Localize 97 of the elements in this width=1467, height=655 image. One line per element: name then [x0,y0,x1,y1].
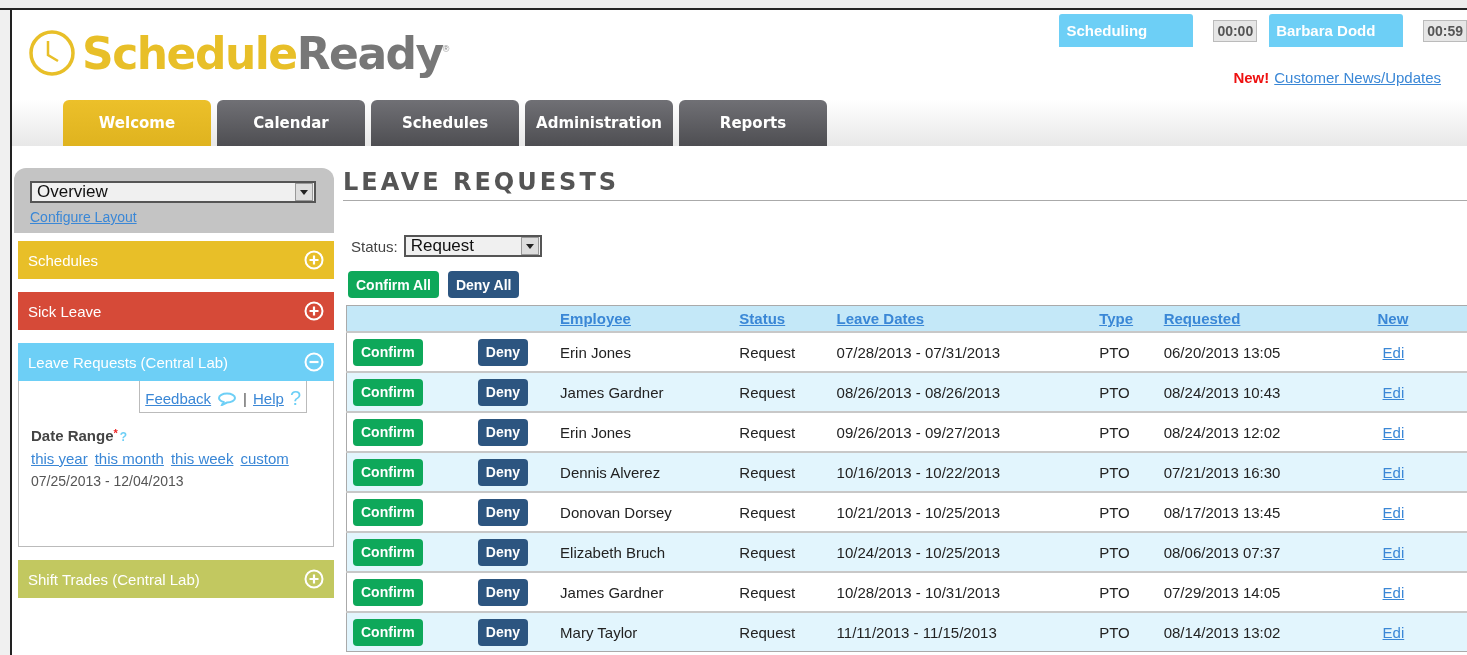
employee-cell: Elizabeth Bruch [560,543,666,561]
employee-cell: Donovan Dorsey [560,503,672,521]
confirm-button[interactable]: Confirm [353,338,423,366]
news-link[interactable]: Customer News/Updates [1274,69,1441,86]
range-link[interactable]: this year [31,450,88,467]
employee-cell: Erin Jones [560,423,631,441]
edit-link[interactable]: Edi [1382,623,1405,641]
leave-dates-cell: 11/11/2013 - 11/15/2013 [836,623,997,641]
edit-link[interactable]: Edi [1382,383,1405,401]
leave-dates-cell: 10/28/2013 - 10/31/2013 [836,583,1001,601]
edit-link[interactable]: Edi [1382,463,1405,481]
status-cell: Request [739,423,796,441]
range-link[interactable]: custom [240,450,289,467]
status-cell: Request [739,503,796,521]
confirm-all-button[interactable]: Confirm All [348,271,439,298]
type-cell: PTO [1099,543,1130,561]
requested-cell: 08/24/2013 10:43 [1163,383,1281,401]
type-cell: PTO [1099,503,1130,521]
range-link[interactable]: this week [170,450,234,467]
status-cell: Request [739,583,796,601]
employee-cell: Erin Jones [560,343,631,361]
type-cell: PTO [1099,583,1130,601]
panel-header[interactable]: Sick Leave [18,292,334,330]
type-cell: PTO [1099,423,1130,441]
status-label: Status: [351,237,398,255]
help-link[interactable]: Help [253,390,284,407]
edit-link[interactable]: Edi [1382,583,1405,601]
deny-button[interactable]: Deny [477,578,528,606]
layout-select[interactable]: Overview [30,181,316,203]
status-cell: Request [739,343,796,361]
nav-tab[interactable]: Schedules [371,100,519,146]
nav-tab[interactable]: Administration [525,100,673,146]
deny-button[interactable]: Deny [477,618,528,646]
nav-tab[interactable]: Calendar [217,100,365,146]
leave-dates-cell: 10/24/2013 - 10/25/2013 [836,543,1001,561]
timer: 00:59 [1423,20,1467,42]
page-title: LEAVE REQUESTS [343,168,1467,201]
session-label: Scheduling [1059,14,1194,47]
confirm-button[interactable]: Confirm [353,458,423,486]
status-cell: Request [739,383,796,401]
deny-button[interactable]: Deny [477,498,528,526]
edit-link[interactable]: Edi [1382,343,1405,361]
status-cell: Request [739,463,796,481]
feedback-link[interactable]: Feedback [145,390,212,407]
deny-button[interactable]: Deny [477,418,528,446]
deny-all-button[interactable]: Deny All [447,271,520,298]
edit-link[interactable]: Edi [1382,423,1405,441]
logo-text: ScheduleReady$^{®}$ [82,27,450,79]
session-label: Barbara Dodd [1269,14,1404,47]
new-label: New! [1233,69,1270,86]
type-cell: PTO [1099,343,1130,361]
leave-dates-cell: 08/26/2013 - 08/26/2013 [836,383,1001,401]
requested-cell: 06/20/2013 13:05 [1163,343,1281,361]
confirm-button[interactable]: Confirm [353,538,423,566]
requested-cell: 08/06/2013 07:37 [1163,543,1281,561]
leave-dates-cell: 10/21/2013 - 10/25/2013 [836,503,1001,521]
employee-cell: James Gardner [560,583,664,601]
date-range-value: 07/25/2013 - 12/04/2013 [31,473,185,489]
deny-button[interactable]: Deny [477,458,528,486]
requested-cell: 08/24/2013 12:02 [1163,423,1281,441]
deny-button[interactable]: Deny [477,338,528,366]
requested-cell: 07/29/2013 14:05 [1163,583,1281,601]
status-select[interactable]: Request [403,235,542,257]
requested-cell: 08/14/2013 13:02 [1163,623,1281,641]
help-mark: ? [289,387,301,410]
confirm-button[interactable]: Confirm [353,578,423,606]
required-mark: * [113,427,118,439]
confirm-button[interactable]: Confirm [353,418,423,446]
type-cell: PTO [1099,463,1130,481]
speech-bubble-icon [217,391,238,406]
employee-cell: Dennis Alverez [560,463,661,481]
confirm-button[interactable]: Confirm [353,618,423,646]
employee-cell: James Gardner [560,383,664,401]
status-cell: Request [739,543,796,561]
date-range-label: Date Range [31,427,114,444]
range-link[interactable]: this month [94,450,164,467]
type-cell: PTO [1099,383,1130,401]
configure-layout-link[interactable]: Configure Layout [30,209,320,225]
employee-cell: Mary Taylor [560,623,638,641]
leave-dates-cell: 10/16/2013 - 10/22/2013 [836,463,1001,481]
type-cell: PTO [1099,623,1130,641]
deny-button[interactable]: Deny [477,378,528,406]
edit-link[interactable]: Edi [1382,503,1405,521]
requested-cell: 07/21/2013 16:30 [1163,463,1281,481]
deny-button[interactable]: Deny [477,538,528,566]
timer: 00:00 [1213,20,1258,42]
requested-cell: 08/17/2013 13:45 [1163,503,1281,521]
confirm-button[interactable]: Confirm [353,498,423,526]
nav-tab[interactable]: Reports [679,100,827,146]
leave-dates-cell: 07/28/2013 - 07/31/2013 [836,343,1001,361]
separator: | [243,390,247,407]
clock-icon [28,29,76,77]
edit-link[interactable]: Edi [1382,543,1405,561]
leave-dates-cell: 09/26/2013 - 09/27/2013 [836,423,1001,441]
plus-circle-icon[interactable] [304,301,324,321]
status-cell: Request [739,623,796,641]
confirm-button[interactable]: Confirm [353,378,423,406]
